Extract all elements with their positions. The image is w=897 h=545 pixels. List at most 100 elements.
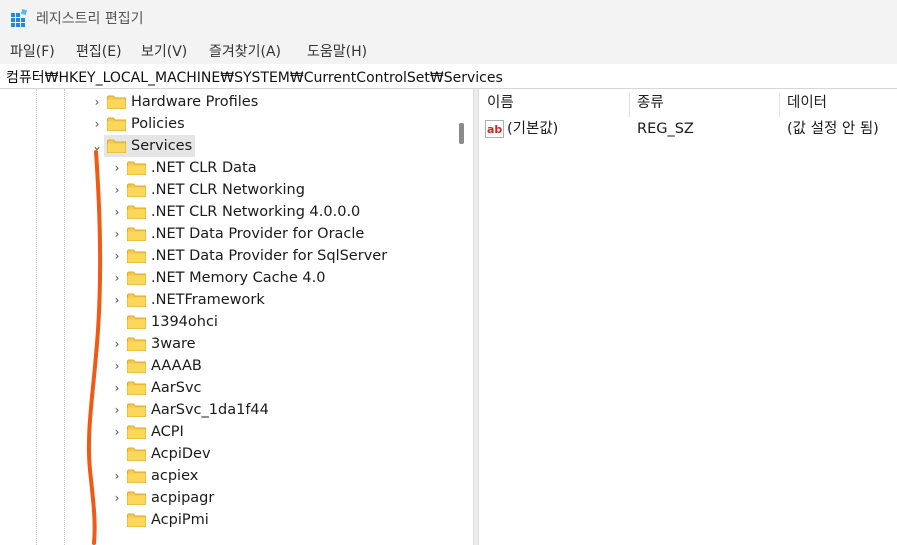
menu-edit[interactable]: 편집(E)	[76, 41, 122, 61]
folder-icon	[127, 161, 146, 175]
tree-item[interactable]: › AarSvc	[0, 377, 450, 399]
tree-item-content[interactable]: .NET CLR Networking 4.0.0.0	[124, 201, 363, 223]
tree-item[interactable]: › AarSvc_1da1f44	[0, 399, 450, 421]
tree-item-label: acpiex	[151, 468, 199, 484]
tree-scrollbar-thumb[interactable]	[459, 123, 464, 144]
value-name[interactable]: (기본값)	[507, 118, 558, 140]
registry-editor-icon	[10, 8, 28, 27]
tree-item-label: Hardware Profiles	[131, 94, 259, 110]
tree-item-content[interactable]: Services	[104, 135, 196, 157]
tree-item-content[interactable]: .NETFramework	[124, 289, 268, 311]
folder-icon	[127, 227, 146, 241]
string-value-icon: ab	[485, 120, 504, 138]
address-bar[interactable]: 컴퓨터₩HKEY_LOCAL_MACHINE₩SYSTEM₩CurrentCon…	[0, 64, 897, 89]
tree-item-content[interactable]: 1394ohci	[124, 311, 221, 333]
tree-item[interactable]: ⌄ Services	[0, 135, 450, 157]
tree-item-label: .NETFramework	[151, 292, 265, 308]
tree-item-content[interactable]: .NET Data Provider for SqlServer	[124, 245, 390, 267]
tree-item-content[interactable]: AcpiPmi	[124, 509, 212, 531]
folder-icon	[127, 425, 146, 439]
expand-chevron-icon[interactable]: ›	[90, 94, 104, 110]
folder-icon	[127, 249, 146, 263]
tree-item-label: .NET CLR Data	[151, 160, 257, 176]
tree-item-label: acpipagr	[151, 490, 215, 506]
tree-item[interactable]: › .NETFramework	[0, 289, 450, 311]
tree-item[interactable]: AcpiPmi	[0, 509, 450, 531]
tree-item[interactable]: › .NET CLR Networking	[0, 179, 450, 201]
menu-bar: 파일(F) 편집(E) 보기(V) 즐겨찾기(A) 도움말(H)	[0, 36, 897, 64]
folder-icon	[127, 315, 146, 329]
annotation-stroke	[86, 150, 103, 545]
tree-item-content[interactable]: 3ware	[124, 333, 199, 355]
folder-icon	[127, 337, 146, 351]
tree-item-content[interactable]: acpipagr	[124, 487, 217, 509]
tree-item-content[interactable]: .NET Data Provider for Oracle	[124, 223, 367, 245]
folder-icon	[127, 205, 146, 219]
tree-item[interactable]: › 3ware	[0, 333, 450, 355]
tree-item[interactable]: › .NET CLR Data	[0, 157, 450, 179]
tree-item-content[interactable]: .NET CLR Data	[124, 157, 260, 179]
tree-item[interactable]: › ACPI	[0, 421, 450, 443]
tree-item[interactable]: AcpiDev	[0, 443, 450, 465]
folder-icon	[127, 271, 146, 285]
tree-item-content[interactable]: .NET CLR Networking	[124, 179, 308, 201]
tree-item-content[interactable]: AarSvc	[124, 377, 205, 399]
tree-item-label: .NET Data Provider for Oracle	[151, 226, 365, 242]
folder-icon	[127, 403, 146, 417]
tree-item-content[interactable]: AcpiDev	[124, 443, 214, 465]
menu-help[interactable]: 도움말(H)	[307, 41, 367, 61]
tree-scrollbar[interactable]	[452, 89, 471, 545]
registry-tree[interactable]: › Hardware Profiles › Policies ⌄ Services › .NE…	[0, 89, 473, 545]
values-list[interactable]: 이름 종류 데이터 ab (기본값) REG_SZ (값 설정 안 됨)	[479, 89, 897, 545]
menu-file[interactable]: 파일(F)	[10, 41, 55, 61]
folder-icon	[107, 117, 126, 131]
column-separator[interactable]	[779, 93, 780, 117]
tree-item[interactable]: › .NET Data Provider for Oracle	[0, 223, 450, 245]
svg-text:ab: ab	[487, 123, 502, 136]
menu-view[interactable]: 보기(V)	[141, 41, 187, 61]
tree-item-content[interactable]: acpiex	[124, 465, 201, 487]
tree-item[interactable]: › .NET CLR Networking 4.0.0.0	[0, 201, 450, 223]
tree-item-content[interactable]: AAAAB	[124, 355, 205, 377]
tree-item-label: AcpiPmi	[151, 512, 209, 528]
tree-item[interactable]: › AAAAB	[0, 355, 450, 377]
tree-item[interactable]: 1394ohci	[0, 311, 450, 333]
column-header-name[interactable]: 이름	[487, 89, 514, 117]
column-header-data[interactable]: 데이터	[787, 89, 827, 117]
tree-item[interactable]: › acpiex	[0, 465, 450, 487]
tree-item-content[interactable]: ACPI	[124, 421, 187, 443]
tree-item[interactable]: › .NET Memory Cache 4.0	[0, 267, 450, 289]
tree-item-label: Services	[131, 138, 193, 154]
tree-item-label: .NET Memory Cache 4.0	[151, 270, 326, 286]
folder-icon	[127, 513, 146, 527]
folder-icon	[127, 183, 146, 197]
tree-item-label: Policies	[131, 116, 185, 132]
tree-item-content[interactable]: Policies	[104, 113, 188, 135]
menu-favorites[interactable]: 즐겨찾기(A)	[209, 41, 281, 61]
tree-item-label: .NET CLR Networking 4.0.0.0	[151, 204, 361, 220]
tree-item-label: AcpiDev	[151, 446, 211, 462]
tree-item-label: AarSvc_1da1f44	[151, 402, 269, 418]
tree-item-label: .NET CLR Networking	[151, 182, 305, 198]
title-bar: 레지스트리 편집기	[0, 0, 897, 36]
tree-item[interactable]: › .NET Data Provider for SqlServer	[0, 245, 450, 267]
tree-item-label: 1394ohci	[151, 314, 218, 330]
value-type: REG_SZ	[637, 121, 694, 137]
tree-item-label: ACPI	[151, 424, 184, 440]
column-separator[interactable]	[629, 93, 630, 117]
tree-item-content[interactable]: .NET Memory Cache 4.0	[124, 267, 328, 289]
tree-item-label: AAAAB	[151, 358, 202, 374]
folder-icon	[127, 359, 146, 373]
folder-icon	[127, 293, 146, 307]
tree-item[interactable]: › Hardware Profiles	[0, 91, 450, 113]
address-path[interactable]: 컴퓨터₩HKEY_LOCAL_MACHINE₩SYSTEM₩CurrentCon…	[6, 67, 503, 87]
column-header-type[interactable]: 종류	[637, 89, 664, 117]
tree-item-label: AarSvc	[151, 380, 202, 396]
tree-item-content[interactable]: Hardware Profiles	[104, 91, 261, 113]
expand-chevron-icon[interactable]: ›	[90, 116, 104, 132]
tree-item[interactable]: › acpipagr	[0, 487, 450, 509]
tree-item-content[interactable]: AarSvc_1da1f44	[124, 399, 272, 421]
tree-item[interactable]: › Policies	[0, 113, 450, 135]
folder-icon	[127, 381, 146, 395]
tree-item-label: .NET Data Provider for SqlServer	[151, 248, 388, 264]
